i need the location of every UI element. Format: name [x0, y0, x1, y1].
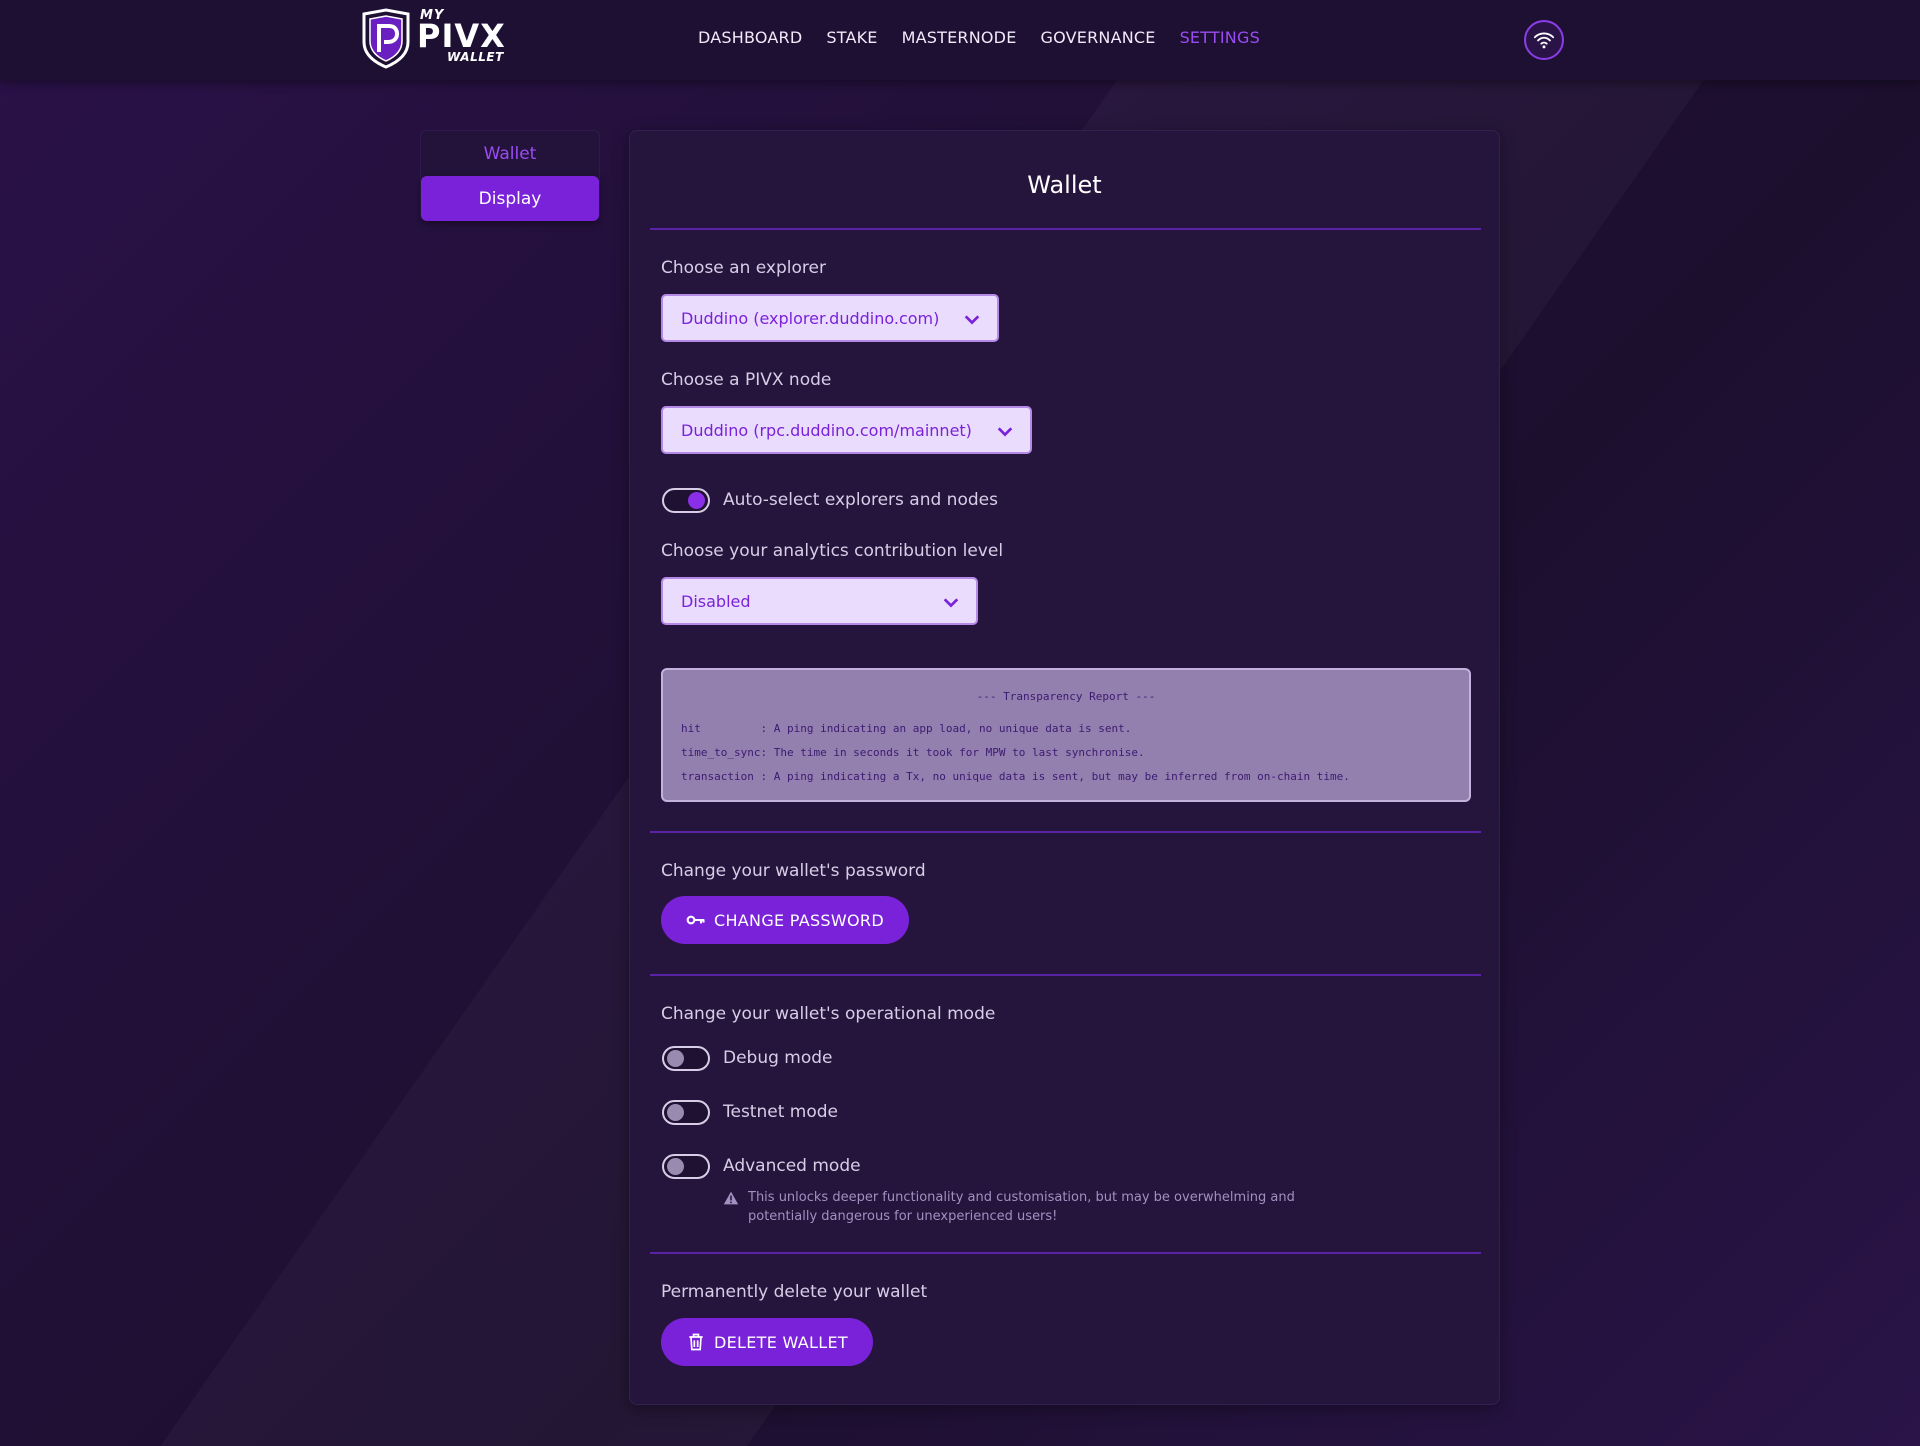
advanced-mode-toggle[interactable] — [662, 1154, 710, 1179]
analytics-select-value: Disabled — [681, 591, 751, 611]
chevron-down-icon — [997, 427, 1013, 437]
node-select-value: Duddino (rpc.duddino.com/mainnet) — [681, 420, 972, 440]
autoselect-label: Auto-select explorers and nodes — [723, 490, 998, 510]
advanced-warning-text: This unlocks deeper functionality and cu… — [748, 1190, 1295, 1224]
main-nav: DASHBOARD STAKE MASTERNODE GOVERNANCE SE… — [698, 28, 1284, 47]
trash-icon — [689, 1333, 703, 1351]
nav-governance[interactable]: GOVERNANCE — [1041, 28, 1156, 47]
advanced-mode-label: Advanced mode — [723, 1156, 861, 1176]
report-title: --- Transparency Report --- — [976, 690, 1156, 703]
analytics-label: Choose your analytics contribution level — [661, 541, 1004, 561]
divider — [650, 974, 1481, 976]
divider — [650, 1252, 1481, 1254]
divider — [650, 831, 1481, 833]
settings-sidebar: Wallet Display — [420, 130, 600, 221]
testnet-mode-label: Testnet mode — [723, 1102, 838, 1122]
transparency-report: --- Transparency Report --- hit : A ping… — [661, 668, 1471, 802]
report-line: time_to_sync: The time in seconds it too… — [681, 746, 1145, 759]
explorer-select-value: Duddino (explorer.duddino.com) — [681, 308, 940, 328]
delete-wallet-label: DELETE WALLET — [714, 1332, 848, 1352]
explorer-select[interactable]: Duddino (explorer.duddino.com) — [661, 294, 999, 342]
nav-settings[interactable]: SETTINGS — [1180, 28, 1260, 47]
report-line: transaction : A ping indicating a Tx, no… — [681, 770, 1350, 783]
change-password-label: CHANGE PASSWORD — [714, 910, 884, 930]
sidebar-item-wallet[interactable]: Wallet — [421, 131, 599, 176]
sidebar-item-display[interactable]: Display — [421, 176, 599, 221]
wifi-icon — [1533, 32, 1555, 49]
chevron-down-icon — [943, 598, 959, 608]
autoselect-toggle[interactable] — [662, 488, 710, 513]
key-icon — [686, 915, 705, 925]
delete-label: Permanently delete your wallet — [661, 1282, 928, 1302]
chevron-down-icon — [964, 315, 980, 325]
node-label: Choose a PIVX node — [661, 370, 832, 390]
advanced-mode-warning: This unlocks deeper functionality and cu… — [723, 1188, 1363, 1226]
network-status-button[interactable] — [1524, 20, 1564, 60]
warning-icon — [723, 1191, 739, 1205]
page-title: Wallet — [1027, 171, 1102, 199]
password-label: Change your wallet's password — [661, 861, 926, 881]
nav-masternode[interactable]: MASTERNODE — [902, 28, 1017, 47]
nav-stake[interactable]: STAKE — [826, 28, 877, 47]
report-line: hit : A ping indicating an app load, no … — [681, 722, 1132, 735]
divider — [650, 228, 1481, 230]
testnet-mode-toggle[interactable] — [662, 1100, 710, 1125]
change-password-button[interactable]: CHANGE PASSWORD — [661, 896, 909, 944]
mode-label: Change your wallet's operational mode — [661, 1004, 996, 1024]
node-select[interactable]: Duddino (rpc.duddino.com/mainnet) — [661, 406, 1032, 454]
wallet-settings-panel: Wallet Choose an explorer Duddino (explo… — [629, 130, 1500, 1405]
top-navbar: MY PIVX WALLET DASHBOARD STAKE MASTERNOD… — [0, 0, 1920, 80]
delete-wallet-button[interactable]: DELETE WALLET — [661, 1318, 873, 1366]
nav-dashboard[interactable]: DASHBOARD — [698, 28, 802, 47]
debug-mode-label: Debug mode — [723, 1048, 833, 1068]
brand-sub: WALLET — [447, 50, 504, 64]
explorer-label: Choose an explorer — [661, 258, 826, 278]
analytics-select[interactable]: Disabled — [661, 577, 978, 625]
debug-mode-toggle[interactable] — [662, 1046, 710, 1071]
